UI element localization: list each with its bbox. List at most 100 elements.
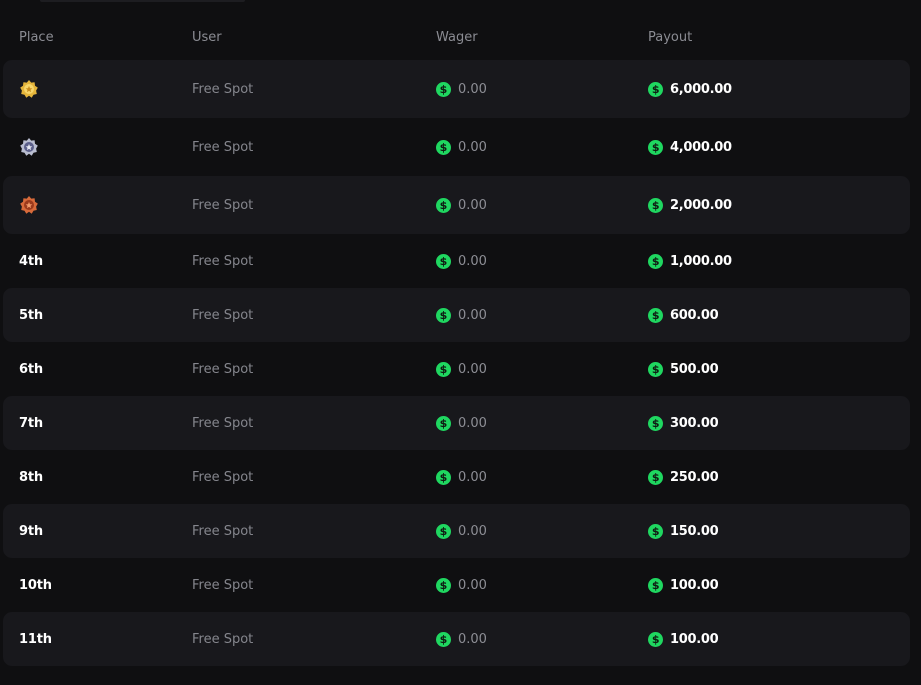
user-name: Free Spot (192, 415, 254, 431)
payout-value: 500.00 (670, 361, 719, 377)
leaderboard-table: Free Spot 0.00 6,000.00 Free Spot 0.00 4… (3, 0, 910, 685)
payout-value: 300.00 (670, 415, 719, 431)
dollar-coin-icon (436, 361, 451, 377)
payout-value: 150.00 (670, 523, 719, 539)
wager-cell: 0.00 (436, 612, 487, 666)
bronze-medal-icon (20, 196, 38, 214)
wager-cell: 0.00 (436, 504, 487, 558)
table-row: 9th Free Spot 0.00 150.00 (3, 504, 910, 558)
wager-value: 0.00 (458, 415, 487, 431)
payout-value: 2,000.00 (670, 197, 732, 213)
dollar-coin-icon (648, 81, 663, 97)
payout-cell: 2,000.00 (648, 176, 732, 234)
dollar-coin-icon (436, 631, 451, 647)
user-name: Free Spot (192, 361, 254, 377)
dollar-coin-icon (648, 523, 663, 539)
dollar-coin-icon (436, 415, 451, 431)
dollar-coin-icon (648, 307, 663, 323)
table-row: Free Spot 0.00 4,000.00 (3, 118, 910, 176)
wager-value: 0.00 (458, 523, 487, 539)
place-cell: 10th (19, 558, 52, 612)
dollar-coin-icon (436, 523, 451, 539)
place-cell: 7th (19, 396, 43, 450)
payout-value: 4,000.00 (670, 139, 732, 155)
user-name: Free Spot (192, 139, 254, 155)
place-label: 9th (19, 523, 43, 539)
place-label: 10th (19, 577, 52, 593)
dollar-coin-icon (436, 253, 451, 269)
table-row: Free Spot 0.00 2,000.00 (3, 176, 910, 234)
user-name: Free Spot (192, 523, 254, 539)
payout-cell: 600.00 (648, 288, 719, 342)
wager-value: 0.00 (458, 139, 487, 155)
payout-cell: 500.00 (648, 342, 719, 396)
dollar-coin-icon (436, 139, 451, 155)
dollar-coin-icon (648, 361, 663, 377)
place-cell: 6th (19, 342, 43, 396)
user-name: Free Spot (192, 197, 254, 213)
table-row: 10th Free Spot 0.00 100.00 (3, 558, 910, 612)
wager-value: 0.00 (458, 197, 487, 213)
payout-value: 250.00 (670, 469, 719, 485)
wager-value: 0.00 (458, 307, 487, 323)
dollar-coin-icon (648, 631, 663, 647)
payout-cell: 250.00 (648, 450, 719, 504)
dollar-coin-icon (648, 415, 663, 431)
wager-value: 0.00 (458, 577, 487, 593)
place-label: 7th (19, 415, 43, 431)
place-cell (19, 60, 39, 118)
wager-value: 0.00 (458, 469, 487, 485)
dollar-coin-icon (648, 253, 663, 269)
table-row: Free Spot 0.00 6,000.00 (3, 60, 910, 118)
place-cell: 9th (19, 504, 43, 558)
dollar-coin-icon (648, 577, 663, 593)
table-row: 11th Free Spot 0.00 100.00 (3, 612, 910, 666)
wager-value: 0.00 (458, 81, 487, 97)
place-label: 5th (19, 307, 43, 323)
gold-medal-icon (20, 80, 38, 98)
table-row: 4th Free Spot 0.00 1,000.00 (3, 234, 910, 288)
payout-value: 100.00 (670, 631, 719, 647)
table-row: 8th Free Spot 0.00 250.00 (3, 450, 910, 504)
place-cell (19, 118, 39, 176)
place-cell (19, 176, 39, 234)
dollar-coin-icon (648, 469, 663, 485)
place-cell: 5th (19, 288, 43, 342)
payout-cell: 4,000.00 (648, 118, 732, 176)
payout-cell: 100.00 (648, 558, 719, 612)
dollar-coin-icon (436, 197, 451, 213)
dollar-coin-icon (436, 469, 451, 485)
place-label: 11th (19, 631, 52, 647)
wager-cell: 0.00 (436, 118, 487, 176)
wager-cell: 0.00 (436, 342, 487, 396)
payout-value: 100.00 (670, 577, 719, 593)
payout-cell: 300.00 (648, 396, 719, 450)
dollar-coin-icon (648, 197, 663, 213)
wager-value: 0.00 (458, 253, 487, 269)
table-row: 7th Free Spot 0.00 300.00 (3, 396, 910, 450)
dollar-coin-icon (436, 81, 451, 97)
wager-cell: 0.00 (436, 288, 487, 342)
table-row: 5th Free Spot 0.00 600.00 (3, 288, 910, 342)
wager-cell: 0.00 (436, 234, 487, 288)
payout-value: 600.00 (670, 307, 719, 323)
place-cell: 11th (19, 612, 52, 666)
user-name: Free Spot (192, 577, 254, 593)
payout-cell: 1,000.00 (648, 234, 732, 288)
user-name: Free Spot (192, 469, 254, 485)
wager-cell: 0.00 (436, 60, 487, 118)
place-label: 4th (19, 253, 43, 269)
place-cell: 4th (19, 234, 43, 288)
place-label: 8th (19, 469, 43, 485)
wager-cell: 0.00 (436, 450, 487, 504)
silver-medal-icon (20, 138, 38, 156)
dollar-coin-icon (436, 577, 451, 593)
place-label: 6th (19, 361, 43, 377)
wager-value: 0.00 (458, 361, 487, 377)
user-name: Free Spot (192, 253, 254, 269)
payout-cell: 6,000.00 (648, 60, 732, 118)
dollar-coin-icon (436, 307, 451, 323)
place-cell: 8th (19, 450, 43, 504)
table-row: 6th Free Spot 0.00 500.00 (3, 342, 910, 396)
wager-cell: 0.00 (436, 396, 487, 450)
